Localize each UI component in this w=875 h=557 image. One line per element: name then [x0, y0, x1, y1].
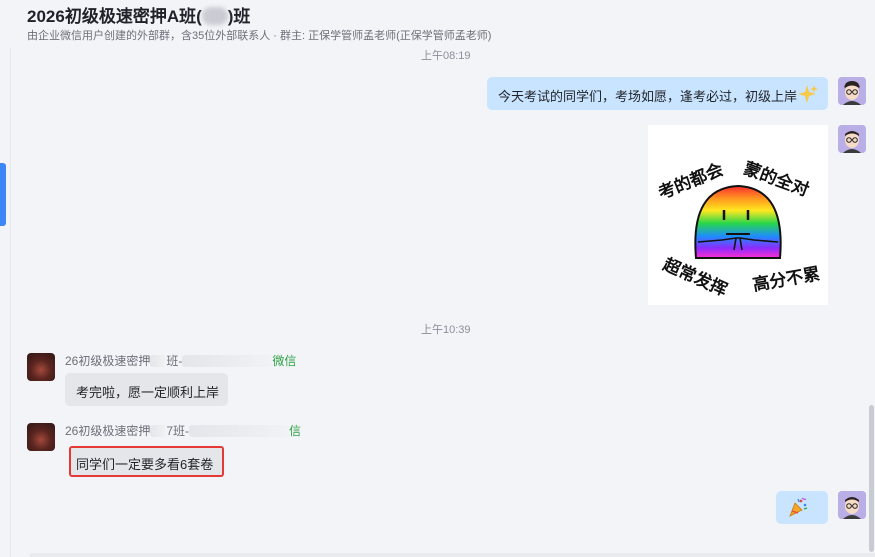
- sender-name-prefix: 26初级极速密押: [65, 424, 151, 438]
- chat-subtitle: 由企业微信用户创建的外部群，含35位外部联系人 · 群主: 正保学管师孟老师(正…: [27, 30, 492, 42]
- pane-divider: [10, 48, 11, 557]
- redacted-mark: [189, 425, 290, 437]
- redacted-mark: [150, 355, 167, 367]
- input-area-edge: [30, 553, 875, 557]
- sparkles-icon: [798, 85, 818, 103]
- scrollbar-thumb[interactable]: [869, 405, 874, 552]
- message-timestamp: 上午10:39: [421, 324, 471, 336]
- party-popper-icon: [789, 497, 808, 517]
- sticker-image[interactable]: 考的都会 蒙的全对 超常发挥 高分不累: [648, 125, 828, 305]
- chat-title-prefix: 2026初级极速密押A班(: [27, 7, 202, 26]
- rainbow-blob-icon: [694, 184, 782, 259]
- my-avatar[interactable]: [838, 491, 866, 519]
- cartoon-avatar-icon: [838, 491, 866, 519]
- my-message-bubble[interactable]: 今天考试的同学们，考场如愿，逢考必过，初级上岸: [487, 77, 828, 110]
- message-text: 今天考试的同学们，考场如愿，逢考必过，初级上岸: [498, 89, 798, 104]
- sender-name-mid: 班-: [166, 354, 183, 368]
- redacted-mark: [182, 355, 273, 367]
- chat-header: 2026初级极速密押A班( )班 由企业微信用户创建的外部群，含35位外部联系人 …: [0, 0, 875, 48]
- my-avatar[interactable]: [838, 77, 866, 105]
- highlight-annotation: [69, 446, 224, 477]
- member-message-bubble[interactable]: 考完啦，愿一定顺利上岸: [65, 373, 228, 406]
- sidebar-selection-indicator: [0, 163, 6, 226]
- member-avatar[interactable]: [27, 423, 55, 451]
- redacted-mark: [150, 425, 167, 437]
- sticker-caption-bottom-right: 高分不累: [751, 264, 822, 295]
- cartoon-avatar-icon: [838, 125, 866, 153]
- cartoon-avatar-icon: [838, 77, 866, 105]
- member-avatar[interactable]: [27, 353, 55, 381]
- my-avatar[interactable]: [838, 125, 866, 153]
- sender-name-prefix: 26初级极速密押: [65, 354, 151, 368]
- chat-title[interactable]: 2026初级极速密押A班( )班: [27, 2, 250, 27]
- chat-title-suffix: )班: [227, 7, 251, 26]
- redacted-mark: [201, 7, 228, 25]
- message-text: 考完啦，愿一定顺利上岸: [76, 385, 220, 400]
- sender-name[interactable]: 26初级极速密押 7班- 信: [65, 422, 301, 439]
- sender-name-mid: 7班-: [166, 424, 190, 438]
- wechat-tag: 微信: [272, 354, 297, 368]
- wechat-tag: 信: [289, 424, 302, 438]
- sender-name[interactable]: 26初级极速密押 班- 微信: [65, 352, 296, 369]
- message-timestamp: 上午08:19: [421, 50, 471, 62]
- my-message-bubble[interactable]: [776, 491, 828, 524]
